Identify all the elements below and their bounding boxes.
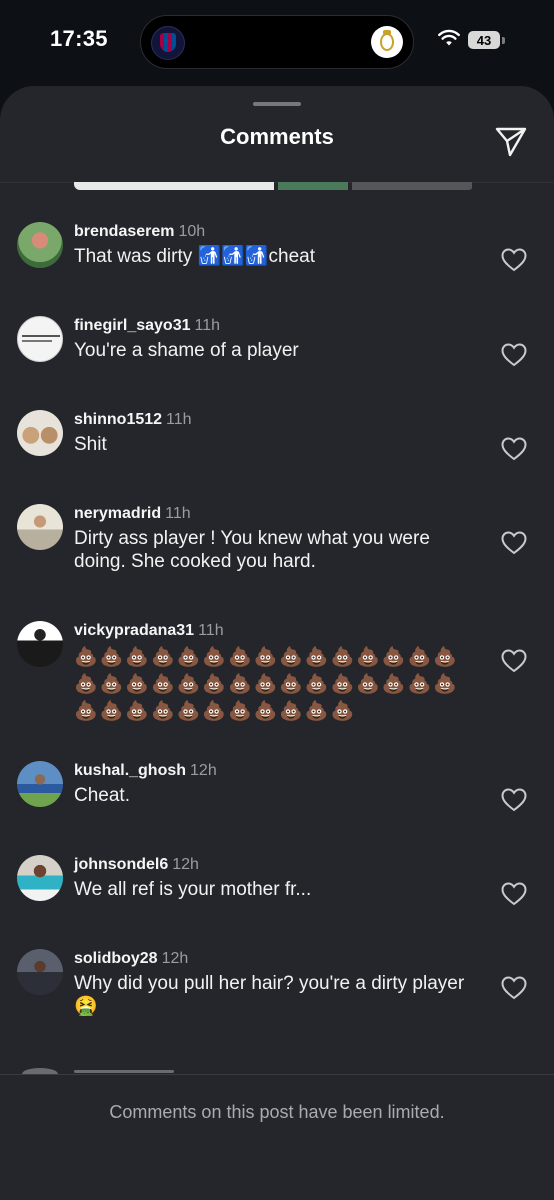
- battery-indicator: 43: [468, 31, 500, 49]
- bottom-divider: [0, 1074, 554, 1075]
- username[interactable]: kushal._ghosh: [74, 762, 186, 779]
- comment-time: 11h: [166, 411, 192, 428]
- avatar[interactable]: [17, 222, 63, 268]
- heart-outline-icon[interactable]: [501, 976, 527, 1000]
- comment-meta: finegirl_sayo31 11h: [74, 316, 479, 336]
- barcelona-crest-icon: [151, 26, 185, 60]
- real-madrid-crest-icon: [371, 26, 403, 58]
- status-bar: 17:35 43: [0, 0, 554, 86]
- username[interactable]: finegirl_sayo31: [74, 317, 191, 334]
- status-time: 17:35: [50, 26, 108, 51]
- username[interactable]: vickypradana31: [74, 622, 194, 639]
- comment-body: kushal._ghosh 12h Cheat.: [74, 761, 479, 807]
- comment-text: Why did you pull her hair? you're a dirt…: [74, 973, 465, 1017]
- comment-text: That was dirty 🚮🚮🚮cheat: [74, 246, 315, 267]
- avatar[interactable]: [17, 316, 63, 362]
- comment-meta: solidboy28 12h: [74, 949, 479, 969]
- heart-outline-icon[interactable]: [501, 882, 527, 906]
- comment-meta: shinno1512 11h: [74, 410, 479, 430]
- comment-time: 12h: [161, 950, 189, 967]
- comment-time: 11h: [165, 505, 191, 522]
- comment-body: finegirl_sayo31 11h You're a shame of a p…: [74, 316, 479, 362]
- comment-body: shinno1512 11h Shit: [74, 410, 479, 456]
- heart-outline-icon[interactable]: [501, 788, 527, 812]
- wifi-icon: [438, 29, 460, 46]
- comments-sheet: brendaserem 10h That was dirty 🚮🚮🚮cheat f…: [0, 86, 554, 1200]
- post-preview-strip[interactable]: [74, 182, 474, 190]
- heart-outline-icon[interactable]: [501, 531, 527, 555]
- comment-time: 12h: [190, 762, 217, 779]
- comment-text: We all ref is your mother fr...: [74, 879, 312, 900]
- username[interactable]: solidboy28: [74, 950, 158, 967]
- battery-tip: [502, 37, 505, 44]
- comments-limited-notice: Comments on this post have been limited.: [109, 1102, 445, 1122]
- comment-text: You're a shame of a player: [74, 340, 299, 361]
- avatar[interactable]: [17, 855, 63, 901]
- comment-body: vickypradana31 11h 💩💩💩💩💩💩💩💩💩💩💩💩💩💩💩💩💩💩💩💩💩💩…: [74, 621, 479, 725]
- comment-text: 💩💩💩💩💩💩💩💩💩💩💩💩💩💩💩💩💩💩💩💩💩💩💩💩💩💩💩💩💩💩💩💩💩💩💩💩💩💩💩💩…: [74, 647, 459, 722]
- comment-text: Dirty ass player ! You knew what you wer…: [74, 528, 430, 572]
- comment-time: 11h: [198, 622, 224, 639]
- username[interactable]: shinno1512: [74, 411, 162, 428]
- comment-body: nerymadrid 11h Dirty ass player ! You kne…: [74, 504, 479, 573]
- comment-body: solidboy28 12h Why did you pull her hair?…: [74, 949, 479, 1018]
- comment-time: 10h: [178, 223, 206, 240]
- heart-outline-icon[interactable]: [501, 343, 527, 367]
- avatar[interactable]: [17, 949, 63, 995]
- bottom-panel: Comments on this post have been limited.: [0, 1074, 554, 1200]
- heart-outline-icon[interactable]: [501, 437, 527, 461]
- dynamic-island[interactable]: [140, 15, 414, 69]
- comment-text: Cheat.: [74, 785, 130, 806]
- avatar[interactable]: [17, 761, 63, 807]
- username[interactable]: johnsondel6: [74, 856, 168, 873]
- comment-meta: brendaserem 10h: [74, 222, 479, 242]
- comments-list[interactable]: brendaserem 10h That was dirty 🚮🚮🚮cheat f…: [0, 86, 554, 1200]
- avatar[interactable]: [17, 410, 63, 456]
- avatar[interactable]: [17, 621, 63, 667]
- sheet-title: Comments: [220, 124, 334, 149]
- comment-meta: nerymadrid 11h: [74, 504, 479, 524]
- paper-plane-icon[interactable]: [494, 124, 528, 158]
- avatar[interactable]: [17, 504, 63, 550]
- username[interactable]: nerymadrid: [74, 505, 161, 522]
- comment-meta: vickypradana31 11h: [74, 621, 479, 641]
- sheet-grabber[interactable]: [253, 102, 301, 106]
- comment-time: 11h: [194, 317, 221, 334]
- heart-outline-icon[interactable]: [501, 248, 527, 272]
- comment-body: brendaserem 10h That was dirty 🚮🚮🚮cheat: [74, 222, 479, 268]
- comment-body: johnsondel6 12h We all ref is your mother…: [74, 855, 479, 901]
- username[interactable]: brendaserem: [74, 223, 175, 240]
- comment-meta: kushal._ghosh 12h: [74, 761, 479, 781]
- heart-outline-icon[interactable]: [501, 649, 527, 673]
- comment-meta: johnsondel6 12h: [74, 855, 479, 875]
- comment-time: 12h: [172, 856, 199, 873]
- comment-text: Shit: [74, 434, 107, 455]
